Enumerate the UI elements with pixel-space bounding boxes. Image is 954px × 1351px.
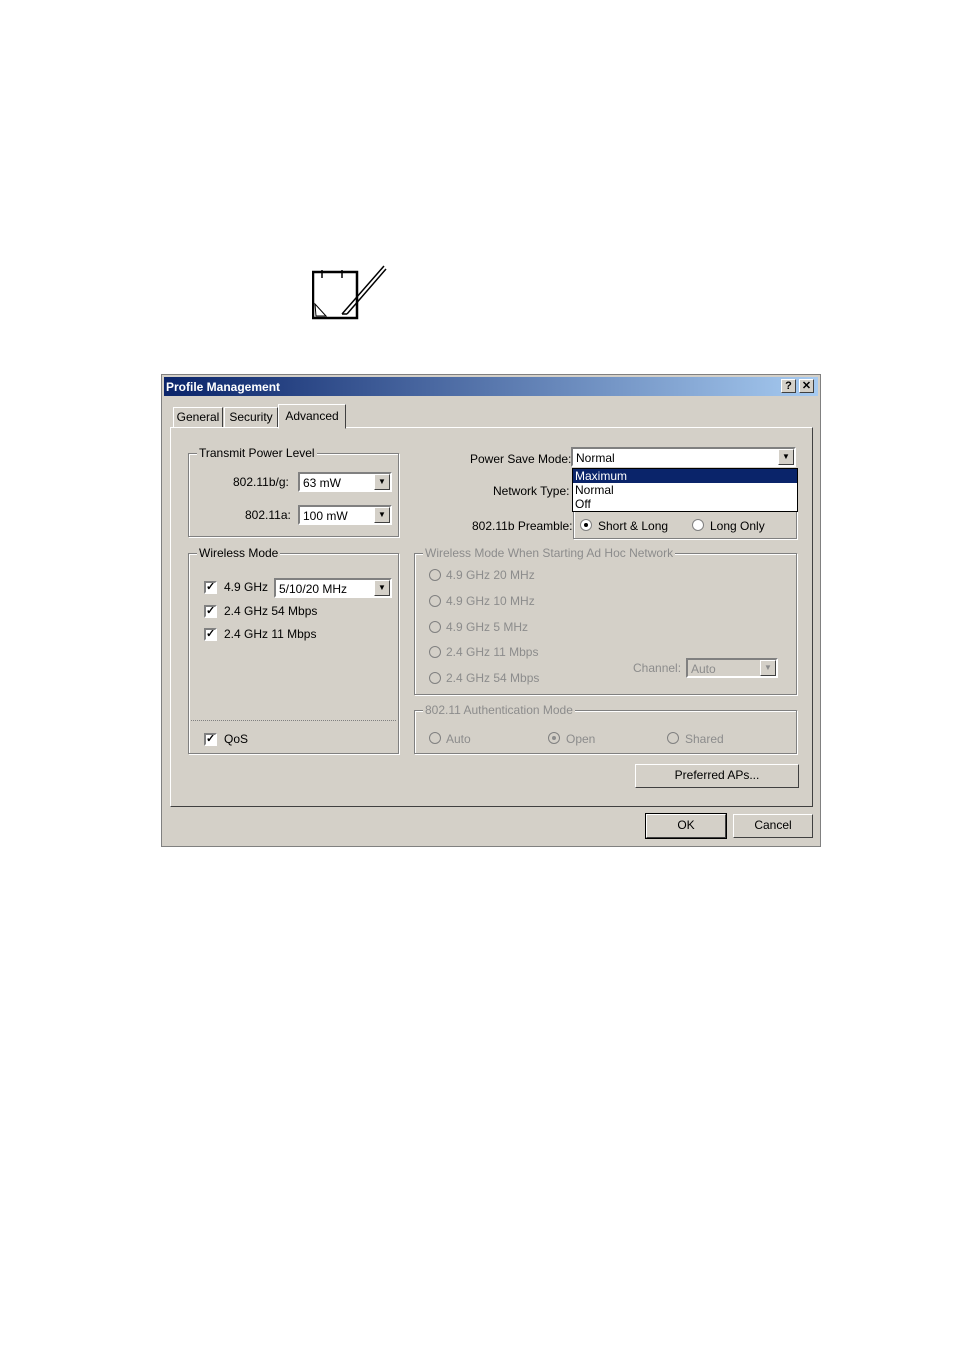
window-title: Profile Management [166,380,281,394]
power-save-option-off[interactable]: Off [573,497,797,511]
dropdown-arrow-icon[interactable]: ▼ [760,660,776,676]
auth-shared-radio[interactable] [667,732,679,744]
tab-advanced[interactable]: Advanced [278,404,346,429]
preamble-long-only-label: Long Only [710,519,765,533]
preamble-label: 802.11b Preamble: [472,519,573,533]
tab-general[interactable]: General [173,407,223,428]
auth-open-radio[interactable] [548,732,560,744]
auth-open-label: Open [566,732,596,746]
adhoc-24-54-radio[interactable] [429,672,441,684]
channel-label: Channel: [633,661,682,675]
check-icon: ✓ [206,628,216,640]
transmit-power-group: Transmit Power Level 802.11b/g: 63 mW ▼ … [188,446,399,537]
auth-auto-label: Auto [446,732,471,746]
dropdown-arrow-icon[interactable]: ▼ [374,580,390,596]
check-icon: ✓ [206,605,216,617]
adhoc-49-20-radio[interactable] [429,569,441,581]
tx-bg-select[interactable]: 63 mW ▼ [298,472,392,492]
tx-a-select[interactable]: 100 mW ▼ [298,505,392,525]
help-button[interactable]: ? [781,379,796,393]
ghz24-11-checkbox[interactable]: ✓ [204,628,217,641]
preamble-short-long-radio[interactable] [580,519,592,531]
ghz24-54-label: 2.4 GHz 54 Mbps [224,604,318,618]
channel-select[interactable]: Auto ▼ [686,658,778,678]
adhoc-49-5-radio[interactable] [429,621,441,633]
dropdown-arrow-icon[interactable]: ▼ [374,507,390,523]
check-icon: ✓ [206,733,216,745]
preamble-short-long-label: Short & Long [598,519,669,533]
close-button[interactable]: ✕ [799,379,814,393]
adhoc-24-54-label: 2.4 GHz 54 Mbps [446,671,540,685]
wireless-mode-group: Wireless Mode ✓ 4.9 GHz 5/10/20 MHz ▼ ✓ … [188,546,399,754]
tab-security[interactable]: Security [224,407,278,428]
preamble-group: Short & Long Long Only [573,511,797,539]
power-save-option-maximum[interactable]: Maximum [573,469,797,483]
ok-button[interactable]: OK [645,813,727,839]
power-save-select[interactable]: Normal ▼ [571,447,796,467]
adhoc-49-20-label: 4.9 GHz 20 MHz [446,568,535,582]
dropdown-arrow-icon[interactable]: ▼ [778,449,794,465]
ghz49-bandwidth-select[interactable]: 5/10/20 MHz ▼ [274,578,392,598]
qos-label: QoS [224,732,249,746]
ghz24-54-checkbox[interactable]: ✓ [204,605,217,618]
auth-shared-label: Shared [685,732,724,746]
auth-mode-group: 802.11 Authentication Mode Auto Open Sha… [414,703,797,754]
network-type-label: Network Type: [493,484,570,498]
adhoc-24-11-label: 2.4 GHz 11 Mbps [446,645,539,659]
profile-management-dialog: Profile Management ? ✕ General Security … [161,374,821,847]
check-icon: ✓ [206,581,216,593]
adhoc-mode-label: Wireless Mode When Starting Ad Hoc Netwo… [423,546,676,560]
power-save-option-normal[interactable]: Normal [573,483,797,497]
ghz49-checkbox[interactable]: ✓ [204,581,217,594]
cancel-button[interactable]: Cancel [733,814,813,838]
title-bar: Profile Management ? ✕ [164,377,818,396]
auth-mode-label: 802.11 Authentication Mode [423,703,575,717]
auth-auto-radio[interactable] [429,732,441,744]
tx-bg-label: 802.11b/g: [233,475,289,489]
adhoc-24-11-radio[interactable] [429,646,441,658]
note-pencil-icon [311,264,388,322]
power-save-dropdown-list: Maximum Normal Off [572,468,798,512]
qos-checkbox[interactable]: ✓ [204,733,217,746]
wireless-mode-label: Wireless Mode [197,546,281,560]
ghz49-label: 4.9 GHz [224,580,269,594]
preamble-long-only-radio[interactable] [692,519,704,531]
adhoc-49-10-label: 4.9 GHz 10 MHz [446,594,535,608]
qos-divider [191,720,396,721]
adhoc-49-10-radio[interactable] [429,595,441,607]
preferred-aps-button[interactable]: Preferred APs... [635,764,799,788]
dropdown-arrow-icon[interactable]: ▼ [374,474,390,490]
transmit-power-label: Transmit Power Level [197,446,317,460]
tx-a-label: 802.11a: [245,508,291,522]
ghz24-11-label: 2.4 GHz 11 Mbps [224,627,317,641]
adhoc-49-5-label: 4.9 GHz 5 MHz [446,620,529,634]
adhoc-mode-group: Wireless Mode When Starting Ad Hoc Netwo… [414,546,797,695]
power-save-label: Power Save Mode: [470,452,572,466]
